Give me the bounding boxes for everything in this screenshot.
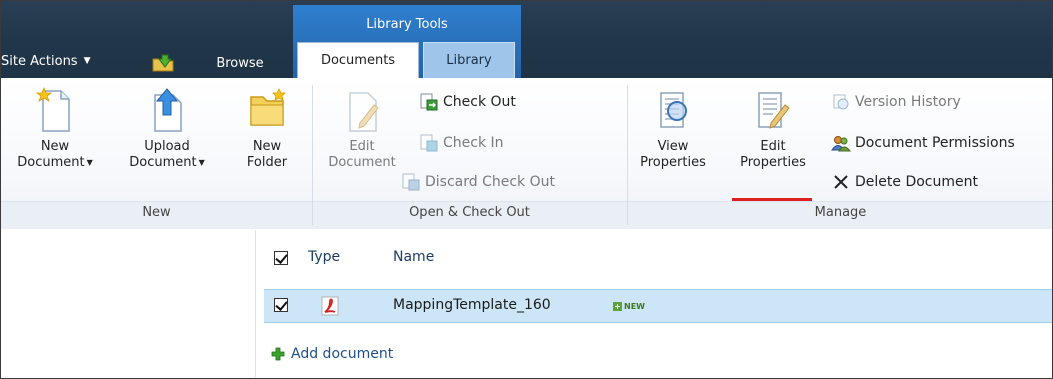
ribbon-separator [312, 85, 313, 225]
check-in-button[interactable]: Check In [419, 132, 504, 154]
discard-check-out-button[interactable]: Discard Check Out [401, 171, 555, 193]
group-label-open-check-out: Open & Check Out [409, 205, 530, 220]
edit-document-label-2: Document [328, 155, 396, 170]
discard-check-out-icon [402, 173, 420, 191]
check-out-button[interactable]: Check Out [419, 91, 516, 113]
check-in-label: Check In [443, 135, 504, 151]
delete-icon [834, 175, 848, 189]
edit-properties-button[interactable]: Edit Properties [729, 85, 817, 171]
highlight-underline [732, 198, 812, 201]
ribbon-separator [627, 85, 628, 225]
table-row[interactable] [264, 289, 1052, 323]
new-folder-label-2: Folder [246, 155, 288, 170]
document-permissions-button[interactable]: Document Permissions [831, 132, 1015, 154]
view-properties-label-1: View [657, 139, 689, 154]
add-document-link[interactable]: Add document [271, 346, 393, 362]
view-properties-button[interactable]: View Properties [637, 85, 709, 171]
group-label-manage: Manage [814, 205, 867, 220]
version-history-button[interactable]: Version History [831, 91, 961, 113]
new-document-button[interactable]: New Document ▼ [15, 85, 95, 171]
chevron-down-icon: ▼ [83, 56, 91, 66]
version-history-label: Version History [855, 94, 961, 110]
edit-properties-label-2: Properties [740, 155, 806, 170]
tab-browse[interactable]: Browse [204, 48, 276, 78]
new-badge-label: NEW [624, 301, 645, 311]
new-document-icon [35, 87, 70, 132]
add-document-label: Add document [291, 346, 394, 362]
site-actions-label: Site Actions [1, 53, 78, 69]
new-document-label-1: New [40, 139, 70, 154]
delete-document-button[interactable]: Delete Document [831, 171, 978, 193]
edit-document-button[interactable]: Edit Document [323, 85, 401, 171]
upload-document-icon [154, 88, 182, 132]
new-folder-label-1: New [252, 139, 282, 154]
upload-document-label-2: Document [129, 155, 197, 170]
column-header-name[interactable]: Name [393, 249, 434, 265]
column-header-type[interactable]: Type [308, 249, 340, 265]
chevron-down-icon: ▼ [86, 158, 93, 167]
permissions-icon [831, 136, 851, 152]
sharepoint-window: Library Tools Site Actions ▼ Browse Docu… [0, 0, 1053, 379]
left-navigation-pane [1, 230, 256, 378]
site-actions-menu[interactable]: Site Actions ▼ [1, 50, 91, 72]
tab-library[interactable]: Library [423, 42, 515, 78]
library-tools-title: Library Tools [366, 17, 448, 32]
upload-document-label-1: Upload [144, 139, 190, 154]
select-all-checkbox[interactable] [274, 251, 288, 265]
document-name-link[interactable]: MappingTemplate_160 [393, 297, 551, 313]
row-checkbox[interactable] [274, 298, 288, 312]
add-icon [271, 347, 285, 361]
delete-document-label: Delete Document [855, 174, 978, 190]
check-out-icon [420, 93, 438, 111]
new-folder-icon [250, 88, 286, 126]
discard-check-out-label: Discard Check Out [425, 174, 555, 190]
check-out-label: Check Out [443, 94, 516, 110]
chevron-down-icon: ▼ [198, 158, 205, 167]
navigate-up-icon[interactable] [151, 51, 175, 73]
edit-document-icon [349, 92, 379, 132]
view-properties-icon [660, 92, 687, 128]
edit-properties-icon [758, 92, 790, 129]
new-folder-button[interactable]: New Folder [234, 85, 300, 171]
upload-document-button[interactable]: Upload Document ▼ [125, 85, 209, 171]
version-history-icon [833, 94, 849, 110]
check-in-icon [420, 134, 438, 152]
tab-documents[interactable]: Documents [297, 42, 419, 78]
new-plus-icon: + [613, 301, 622, 311]
edit-document-label-1: Edit [349, 139, 375, 154]
document-permissions-label: Document Permissions [855, 135, 1015, 151]
new-badge: + NEW [613, 300, 645, 312]
view-properties-label-2: Properties [640, 155, 706, 170]
edit-properties-label-1: Edit [760, 139, 786, 154]
group-label-new: New [142, 205, 171, 220]
new-document-label-2: Document [17, 155, 85, 170]
pdf-file-icon [321, 296, 339, 316]
